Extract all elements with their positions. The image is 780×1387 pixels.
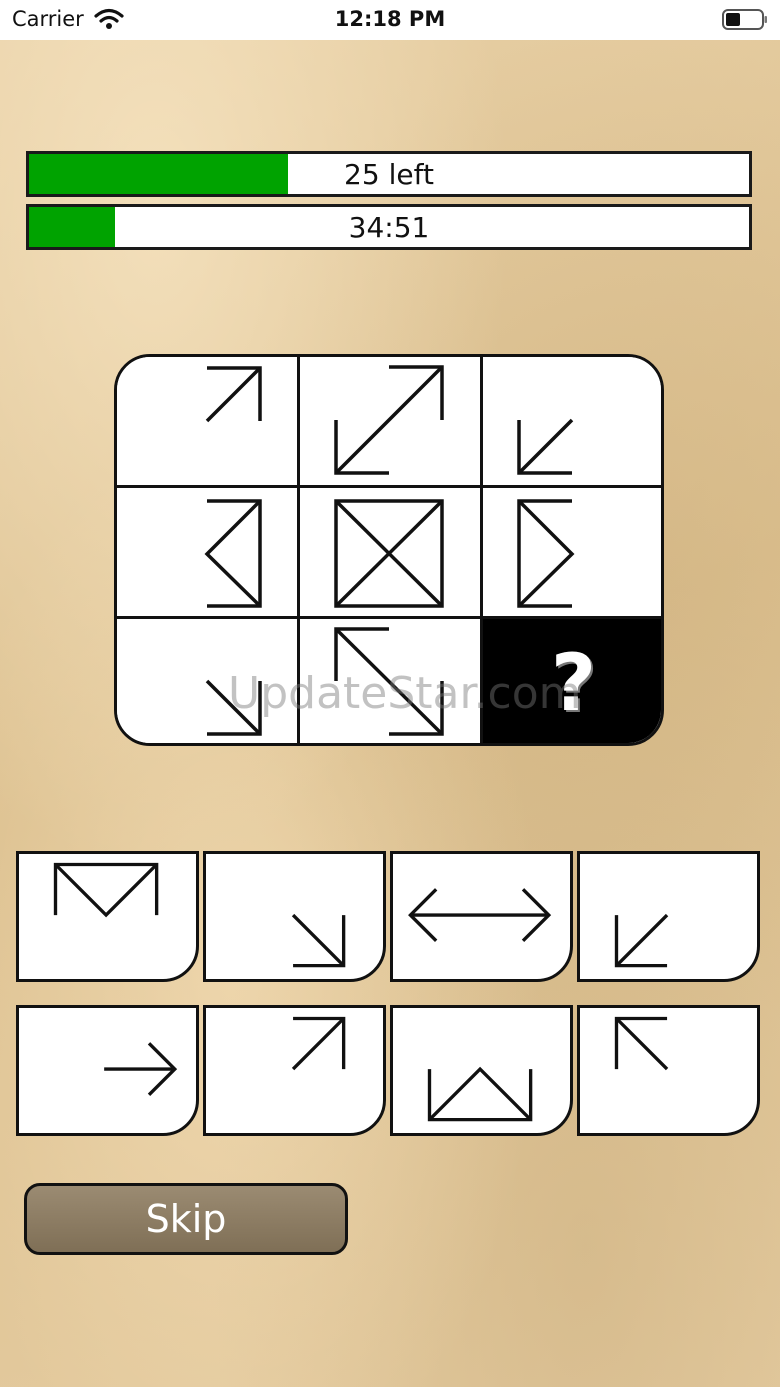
grid-line xyxy=(117,485,661,488)
arrow-down-left-icon xyxy=(614,913,669,968)
question-mark-icon: ? xyxy=(550,639,597,729)
questions-remaining-bar: 25 left xyxy=(26,151,752,197)
battery-icon xyxy=(722,9,767,30)
timer-label: 34:51 xyxy=(348,210,430,244)
arrow-up-right-icon xyxy=(205,366,262,423)
puzzle-cell-3 xyxy=(483,357,661,485)
answer-option-5[interactable] xyxy=(16,1005,199,1136)
grid-line xyxy=(117,616,661,619)
bracket-left-triangle-icon xyxy=(204,499,262,608)
puzzle-matrix: ? xyxy=(114,354,664,746)
skip-button[interactable]: Skip xyxy=(24,1183,348,1255)
puzzle-cell-2 xyxy=(300,357,480,485)
answer-option-1[interactable] xyxy=(16,851,199,982)
clock: 12:18 PM xyxy=(334,7,446,31)
puzzle-cell-7 xyxy=(117,619,297,743)
puzzle-cell-8 xyxy=(300,619,480,743)
arrow-down-left-icon xyxy=(517,418,574,475)
puzzle-cell-6 xyxy=(483,488,661,616)
timer-bar: 34:51 xyxy=(26,204,752,250)
answer-option-2[interactable] xyxy=(203,851,386,982)
grid-line xyxy=(480,357,483,743)
double-arrow-horizontal-icon xyxy=(408,888,552,943)
answer-option-4[interactable] xyxy=(577,851,760,982)
questions-remaining-label: 25 left xyxy=(344,157,434,191)
arrow-up-right-icon xyxy=(291,1016,346,1071)
status-bar: Carrier 12:18 PM xyxy=(0,0,780,40)
grid-line xyxy=(297,357,300,743)
answer-option-3[interactable] xyxy=(390,851,573,982)
missing-cell: ? xyxy=(483,619,661,743)
puzzle-cell-4 xyxy=(117,488,297,616)
arrow-up-left-icon xyxy=(614,1016,669,1071)
puzzle-cell-5 xyxy=(300,488,480,616)
envelope-open-bottom-icon xyxy=(427,1066,533,1122)
answer-option-8[interactable] xyxy=(577,1005,760,1136)
envelope-open-top-icon xyxy=(53,862,159,918)
arrow-right-icon xyxy=(104,1042,178,1097)
answer-option-7[interactable] xyxy=(390,1005,573,1136)
double-arrow-diagonal-icon xyxy=(334,365,444,475)
puzzle-cell-1 xyxy=(117,357,297,485)
crossed-square-icon xyxy=(334,499,444,608)
arrow-down-right-icon xyxy=(291,913,346,968)
answer-option-6[interactable] xyxy=(203,1005,386,1136)
double-arrow-diagonal-nw-se-icon xyxy=(334,627,444,736)
arrow-down-right-icon xyxy=(205,679,262,736)
bracket-right-triangle-icon xyxy=(517,499,575,608)
